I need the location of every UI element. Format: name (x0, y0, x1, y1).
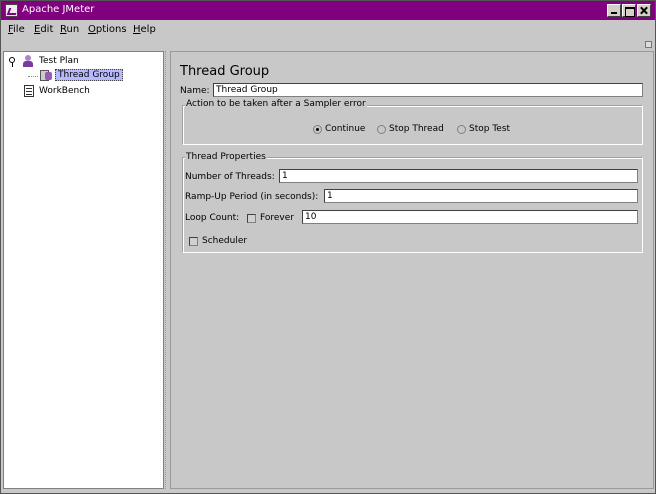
menu-file[interactable]: File (8, 24, 25, 35)
forever-checkbox-label[interactable]: Forever (260, 213, 294, 223)
test-tree: Test Plan Thread Group WorkBench (3, 51, 164, 489)
tree-connector (28, 76, 38, 77)
jmeter-app-icon (5, 4, 18, 17)
forever-checkbox[interactable] (247, 214, 256, 223)
stop-test-radio[interactable] (457, 125, 466, 134)
threads-field[interactable]: 1 (279, 169, 638, 183)
test-plan-icon (22, 55, 34, 67)
window-title: Apache JMeter (22, 4, 95, 15)
continue-radio[interactable] (313, 125, 322, 134)
split-pane-handle[interactable] (645, 41, 652, 48)
stop-thread-radio-label[interactable]: Stop Thread (389, 124, 444, 134)
sampler-error-legend: Action to be taken after a Sampler error (185, 99, 367, 109)
menu-bar: File Edit Run Options Help (1, 20, 655, 40)
rampup-label: Ramp-Up Period (in seconds): (185, 192, 319, 202)
tree-item-test-plan[interactable]: Test Plan (20, 55, 160, 69)
menu-edit[interactable]: Edit (34, 24, 53, 35)
name-label: Name: (180, 86, 210, 96)
scheduler-checkbox[interactable] (189, 237, 198, 246)
menu-help[interactable]: Help (133, 24, 156, 35)
thread-group-icon (40, 69, 52, 82)
scheduler-checkbox-label[interactable]: Scheduler (202, 236, 247, 246)
close-button[interactable] (637, 4, 651, 17)
page-title: Thread Group (180, 64, 270, 79)
stop-test-radio-label[interactable]: Stop Test (469, 124, 510, 134)
continue-radio-label[interactable]: Continue (325, 124, 365, 134)
rampup-field[interactable]: 1 (324, 189, 638, 203)
name-field[interactable]: Thread Group (213, 83, 643, 97)
tree-item-label: Test Plan (39, 56, 79, 66)
pane-splitter[interactable] (165, 51, 169, 489)
loop-count-field[interactable]: 10 (302, 210, 638, 224)
tree-item-label: WorkBench (39, 86, 90, 96)
stop-thread-radio[interactable] (377, 125, 386, 134)
application-window: Apache JMeter File Edit Run Options Help… (0, 0, 656, 494)
thread-properties-legend: Thread Properties (185, 152, 267, 162)
workbench-icon (23, 85, 35, 98)
menu-options[interactable]: Options (88, 24, 127, 35)
thread-group-panel: Thread Group Name: Thread Group Action t… (170, 51, 654, 489)
tree-item-thread-group[interactable]: Thread Group (38, 69, 160, 83)
threads-label: Number of Threads: (185, 172, 275, 182)
menu-run[interactable]: Run (60, 24, 79, 35)
tree-item-workbench[interactable]: WorkBench (20, 85, 160, 99)
tree-expand-toggle[interactable] (9, 57, 15, 67)
tree-item-label: Thread Group (55, 69, 123, 81)
loop-count-label: Loop Count: (185, 213, 240, 223)
title-bar[interactable]: Apache JMeter (1, 1, 655, 20)
maximize-button[interactable] (622, 4, 636, 17)
minimize-button[interactable] (607, 4, 621, 17)
